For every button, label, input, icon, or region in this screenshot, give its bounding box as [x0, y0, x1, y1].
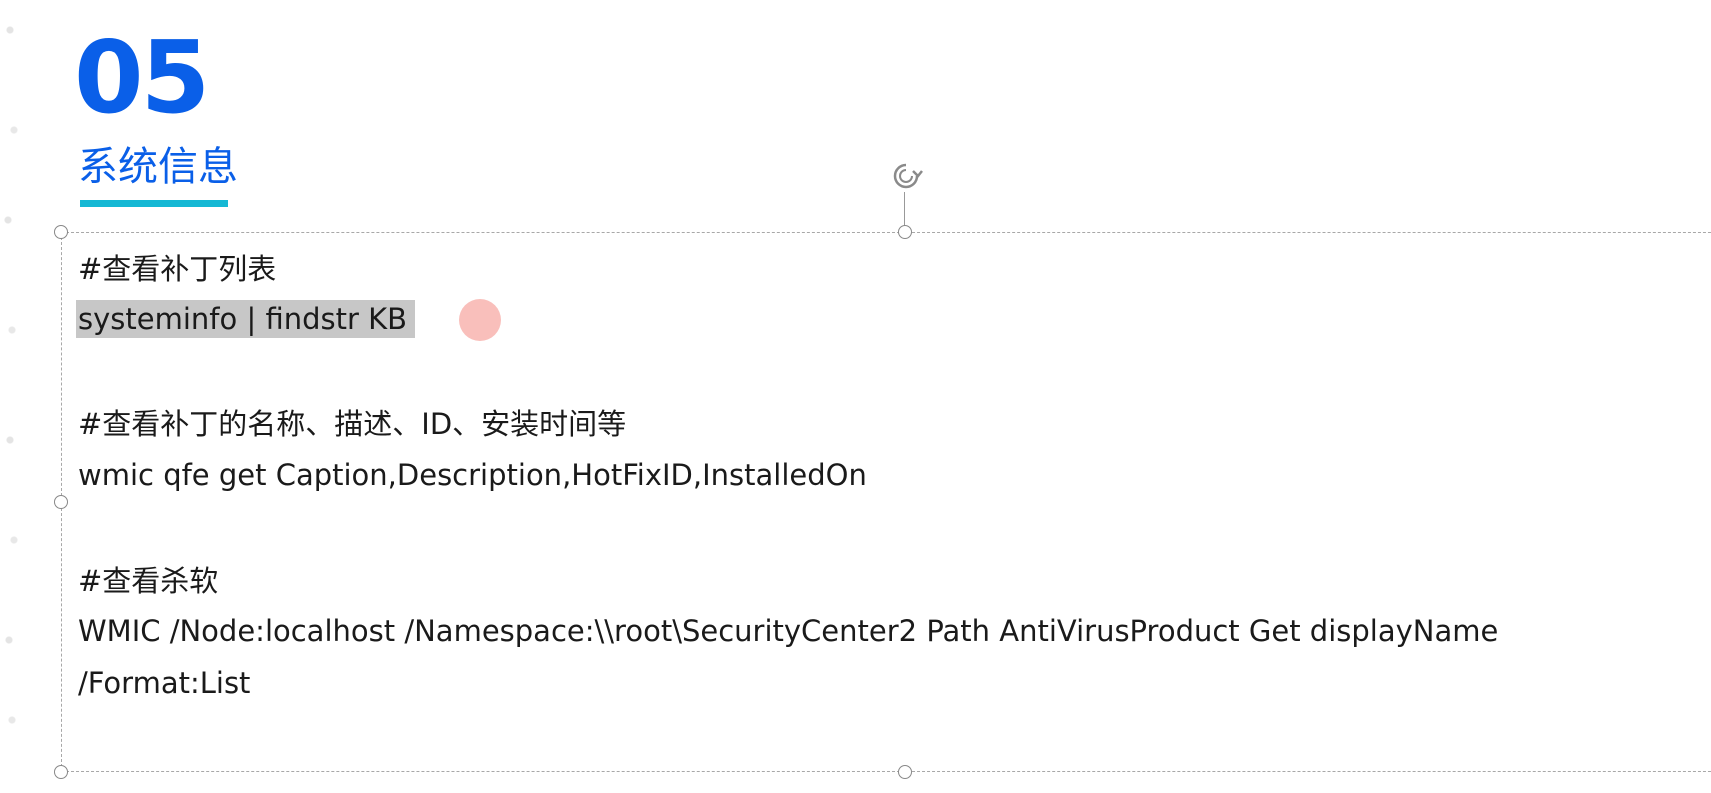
resize-handle-bottom-middle[interactable]: [898, 765, 912, 779]
resize-handle-top-left[interactable]: [54, 225, 68, 239]
antivirus-command-line1: WMIC /Node:localhost /Namespace:\\root\S…: [78, 614, 1499, 648]
patch-list-command-line: systeminfo | findstr KB: [76, 296, 416, 342]
resize-handle-top-middle[interactable]: [898, 225, 912, 239]
slide: 05 系统信息 #查看补丁列表 systeminfo | findstr KB …: [0, 0, 1711, 793]
patch-list-command[interactable]: systeminfo | findstr KB: [76, 300, 416, 338]
patch-list-comment: #查看补丁列表: [78, 252, 277, 286]
section-number: 05: [74, 19, 210, 136]
title-underline: [80, 200, 228, 207]
resize-handle-bottom-left[interactable]: [54, 765, 68, 779]
rotate-handle-icon[interactable]: [889, 159, 923, 193]
patch-details-command: wmic qfe get Caption,Description,HotFixI…: [78, 458, 867, 492]
patch-details-comment: #查看补丁的名称、描述、ID、安装时间等: [78, 407, 627, 441]
resize-handle-middle-left[interactable]: [54, 495, 68, 509]
section-title: 系统信息: [78, 144, 238, 190]
mouse-cursor-indicator: [459, 299, 501, 341]
antivirus-command-line2: /Format:List: [78, 666, 251, 700]
antivirus-comment: #查看杀软: [78, 564, 219, 598]
background-texture: [0, 0, 30, 793]
